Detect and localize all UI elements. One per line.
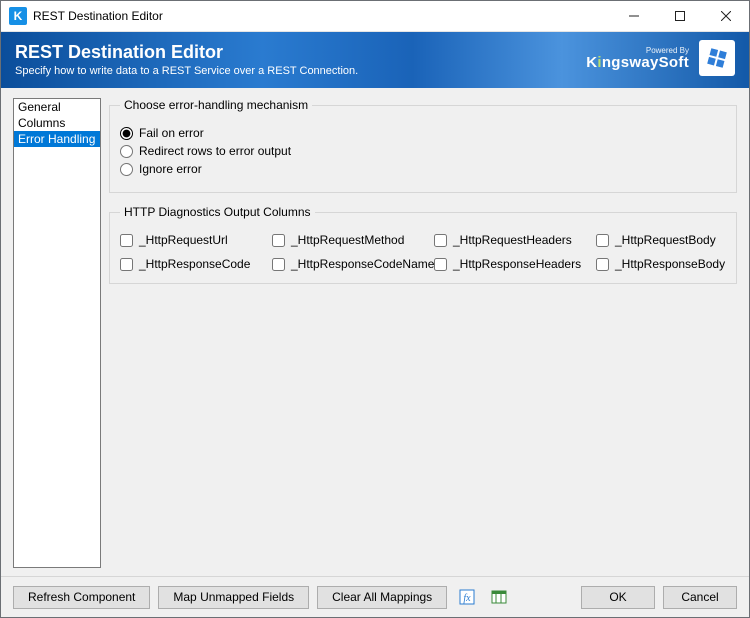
diag-col-label-5: _HttpResponseCodeName (291, 257, 434, 271)
brand-powered-label: Powered By (586, 47, 689, 55)
diag-col-httpresponseheaders[interactable]: _HttpResponseHeaders (434, 257, 596, 271)
clear-mappings-button[interactable]: Clear All Mappings (317, 586, 447, 609)
error-option-label-2: Ignore error (139, 162, 202, 176)
error-option-radio-2[interactable] (120, 163, 133, 176)
error-option-1[interactable]: Redirect rows to error output (120, 144, 726, 158)
diag-col-checkbox-0[interactable] (120, 234, 133, 247)
close-button[interactable] (703, 1, 749, 31)
diag-col-label-2: _HttpRequestHeaders (453, 233, 572, 247)
diag-col-checkbox-5[interactable] (272, 258, 285, 271)
diag-col-checkbox-4[interactable] (120, 258, 133, 271)
diag-col-label-1: _HttpRequestMethod (291, 233, 404, 247)
titlebar: K REST Destination Editor (1, 1, 749, 32)
error-option-0[interactable]: Fail on error (120, 126, 726, 140)
ok-button[interactable]: OK (581, 586, 655, 609)
diag-col-label-3: _HttpRequestBody (615, 233, 716, 247)
diag-col-httpresponsecodename[interactable]: _HttpResponseCodeName (272, 257, 434, 271)
diagnostics-legend: HTTP Diagnostics Output Columns (120, 205, 315, 219)
app-icon: K (9, 7, 27, 25)
svg-text:fx: fx (464, 593, 472, 604)
minimize-button[interactable] (611, 1, 657, 31)
columns-icon[interactable] (487, 585, 511, 609)
sidebar-item-general[interactable]: General (14, 99, 100, 115)
diag-col-checkbox-1[interactable] (272, 234, 285, 247)
maximize-button[interactable] (657, 1, 703, 31)
diag-col-httpresponsecode[interactable]: _HttpResponseCode (120, 257, 272, 271)
sidebar: GeneralColumnsError Handling (13, 98, 101, 568)
diag-col-checkbox-3[interactable] (596, 234, 609, 247)
diag-col-httprequestbody[interactable]: _HttpRequestBody (596, 233, 726, 247)
diag-col-httpresponsebody[interactable]: _HttpResponseBody (596, 257, 726, 271)
diag-col-httprequestheaders[interactable]: _HttpRequestHeaders (434, 233, 596, 247)
map-unmapped-button[interactable]: Map Unmapped Fields (158, 586, 309, 609)
diag-col-checkbox-6[interactable] (434, 258, 447, 271)
brand-block: Powered By KingswaySoft (586, 40, 735, 76)
error-handling-legend: Choose error-handling mechanism (120, 98, 312, 112)
error-option-2[interactable]: Ignore error (120, 162, 726, 176)
fx-icon[interactable]: fx (455, 585, 479, 609)
body: GeneralColumnsError Handling Choose erro… (1, 88, 749, 576)
page-subtitle: Specify how to write data to a REST Serv… (15, 65, 358, 77)
refresh-component-button[interactable]: Refresh Component (13, 586, 150, 609)
footer: Refresh Component Map Unmapped Fields Cl… (1, 576, 749, 617)
cancel-button[interactable]: Cancel (663, 586, 737, 609)
diag-col-label-0: _HttpRequestUrl (139, 233, 228, 247)
diag-col-label-4: _HttpResponseCode (139, 257, 250, 271)
diag-col-label-6: _HttpResponseHeaders (453, 257, 581, 271)
sidebar-item-error-handling[interactable]: Error Handling (14, 131, 100, 147)
brand-name: KingswaySoft (586, 55, 689, 70)
diagnostics-group: HTTP Diagnostics Output Columns _HttpReq… (109, 205, 737, 284)
diag-col-label-7: _HttpResponseBody (615, 257, 725, 271)
window: K REST Destination Editor REST Destinati… (0, 0, 750, 618)
sidebar-item-columns[interactable]: Columns (14, 115, 100, 131)
diag-col-httprequesturl[interactable]: _HttpRequestUrl (120, 233, 272, 247)
error-option-radio-0[interactable] (120, 127, 133, 140)
error-option-radio-1[interactable] (120, 145, 133, 158)
page-title: REST Destination Editor (15, 43, 358, 63)
diag-col-httprequestmethod[interactable]: _HttpRequestMethod (272, 233, 434, 247)
brand-logo-icon (699, 40, 735, 76)
error-option-label-1: Redirect rows to error output (139, 144, 291, 158)
error-handling-group: Choose error-handling mechanism Fail on … (109, 98, 737, 193)
main-panel: Choose error-handling mechanism Fail on … (109, 98, 737, 568)
header: REST Destination Editor Specify how to w… (1, 32, 749, 88)
error-option-label-0: Fail on error (139, 126, 204, 140)
diag-col-checkbox-2[interactable] (434, 234, 447, 247)
window-title: REST Destination Editor (33, 9, 163, 23)
diag-col-checkbox-7[interactable] (596, 258, 609, 271)
